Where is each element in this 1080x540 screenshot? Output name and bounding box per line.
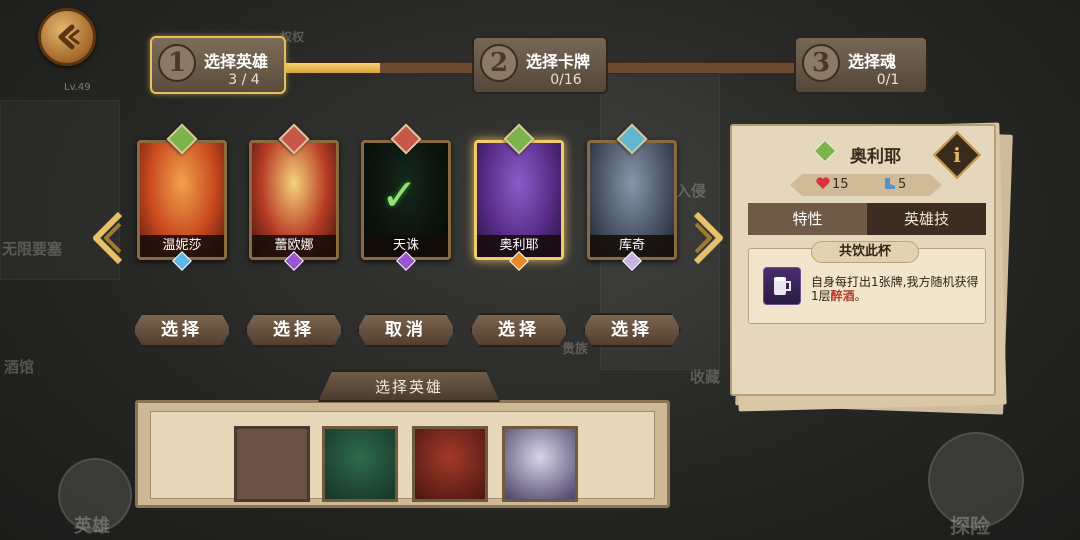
back-arrow-icon [58,24,80,50]
hero-card-frame: 库奇 [587,140,677,260]
selected-heroes-panel [135,400,670,508]
skill-box: 共饮此杯 自身每打出1张牌,我方随机获得1层醉酒。 [748,241,986,324]
skill-keyword-drunk[interactable]: 醉酒 [831,289,855,303]
select-button[interactable]: 选择 [245,313,343,347]
step-title: 选择魂 [848,52,897,71]
empty-hero-slot[interactable] [234,426,310,502]
check-icon: ✓ [381,170,418,221]
hero-card[interactable]: 温妮莎 [137,123,227,271]
detail-hero-name: 奥利耶 [850,147,901,167]
select-button[interactable]: 选择 [583,313,681,347]
hero-card-frame: 蕾欧娜 [249,140,339,260]
player-level: Lv.49 [64,82,91,93]
explore-menu-label: 探险 [950,514,990,538]
hero-card[interactable]: 蕾欧娜 [249,123,339,271]
energy-value: 5 [898,177,907,192]
select-button[interactable]: 选择 [133,313,231,347]
hero-thumbnail [325,429,395,499]
info-icon: i [953,143,961,167]
info-button[interactable]: i [932,130,982,180]
selected-hero-slot[interactable] [502,426,578,502]
heart-icon [816,177,830,189]
bg-label-tavern: 酒馆 [4,358,35,376]
next-arrow-icon[interactable] [688,210,726,266]
cancel-button[interactable]: 取消 [357,313,455,347]
hero-menu-label: 英雄 [74,516,110,537]
hero-thumbnail [505,429,575,499]
back-button[interactable] [38,8,96,66]
mug-icon [763,267,801,305]
selected-heroes-title: 选择英雄 [318,370,500,402]
tab-traits[interactable]: 特性 [748,203,867,235]
hero-detail-panel: 奥利耶 i 15 5 特性 英雄技 共饮此杯 自身每打出1张牌,我方随机获得1层… [730,124,996,396]
step-count: 3 / 4 [228,72,260,88]
step-number: 1 [158,44,196,82]
boot-icon [885,178,895,189]
stat-bar: 15 5 [790,174,942,196]
step-select-soul[interactable]: 3 选择魂 0/1 [794,36,928,94]
bg-label-invade: 入侵 [676,182,707,200]
selected-hero-slot[interactable] [412,426,488,502]
step-progress-1 [284,62,476,74]
bg-label-noble: 贵族 [562,342,589,357]
step-count: 0/1 [876,72,900,88]
select-button[interactable]: 选择 [470,313,568,347]
skill-description: 自身每打出1张牌,我方随机获得1层醉酒。 [811,275,983,303]
skill-desc-end: 。 [854,289,867,303]
energy-stat: 5 [882,177,906,192]
step-number: 2 [480,44,518,82]
hero-card-frame: 温妮莎 [137,140,227,260]
step-count: 0/16 [550,72,582,88]
selected-hero-slot[interactable] [322,426,398,502]
bg-label-fortress: 无限要塞 [2,240,63,258]
hero-card[interactable]: 库奇 [587,123,677,271]
hero-card[interactable]: 天诛 ✓ [361,123,451,271]
hero-card[interactable]: 奥利耶 [474,123,564,271]
hp-stat: 15 [816,177,849,192]
step-select-hero[interactable]: 1 选择英雄 3 / 4 [150,36,286,94]
prev-arrow-icon[interactable] [90,210,128,266]
step-title: 选择英雄 [204,52,269,71]
hero-card-frame: 奥利耶 [474,140,564,260]
detail-tabs: 特性 英雄技 [748,203,986,235]
hero-thumbnail [415,429,485,499]
tab-hero-skill[interactable]: 英雄技 [867,203,986,235]
step-title: 选择卡牌 [526,52,591,71]
skill-title: 共饮此杯 [811,241,919,263]
selected-heroes-tray [150,411,655,499]
step-select-cards[interactable]: 2 选择卡牌 0/16 [472,36,608,94]
bg-label-collection: 收藏 [690,368,721,386]
class-badge-icon [812,138,838,164]
step-progress-2 [606,62,798,74]
hp-value: 15 [832,177,849,192]
step-number: 3 [802,44,840,82]
